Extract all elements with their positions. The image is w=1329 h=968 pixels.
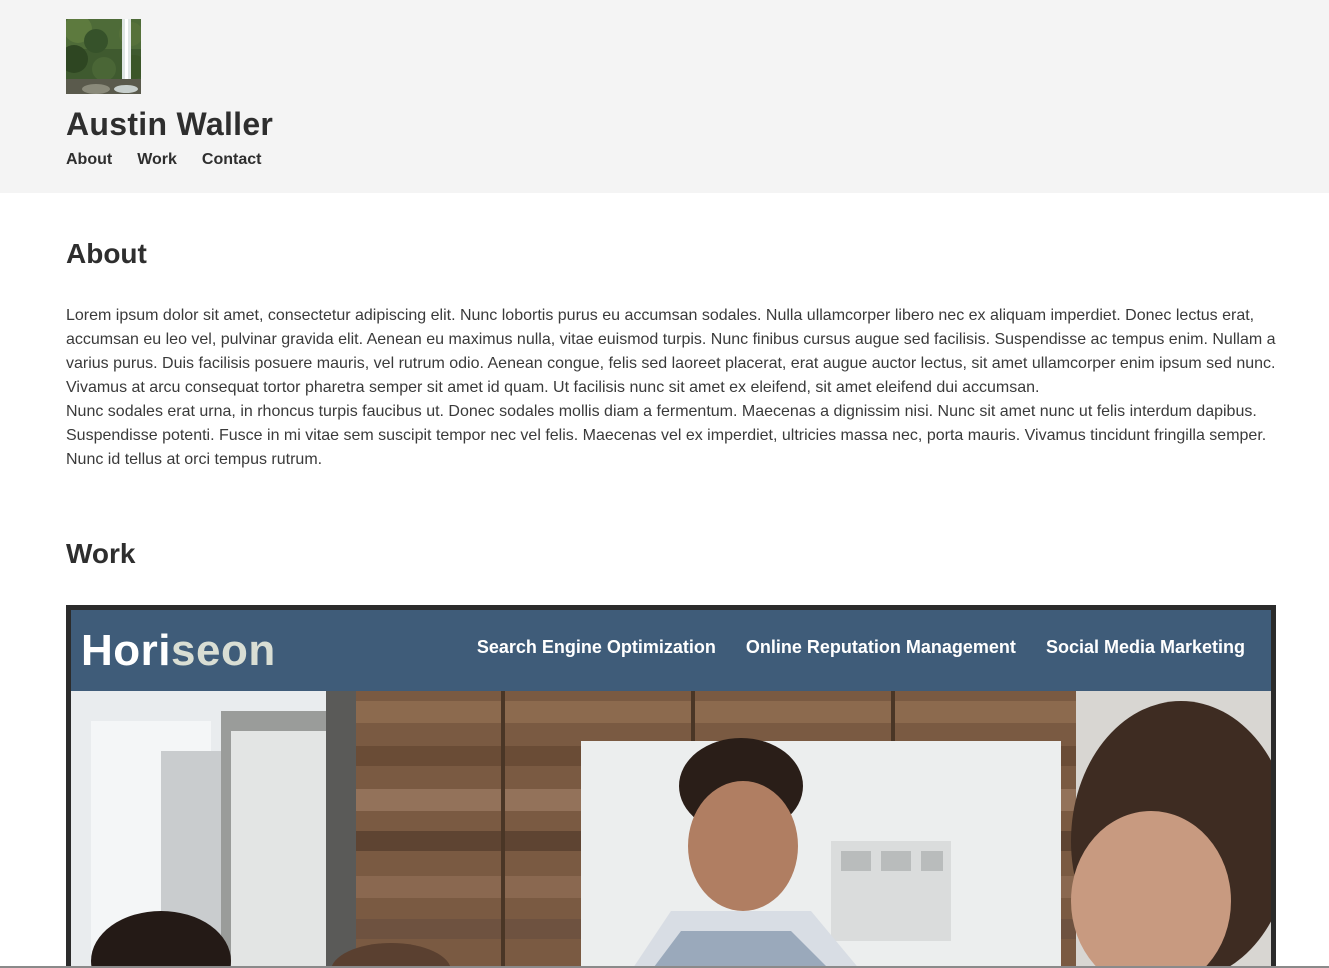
horiseon-nav: Search Engine Optimization Online Reputa… [477, 637, 1245, 658]
waterfall-photo-icon [66, 19, 141, 94]
avatar [66, 19, 141, 94]
nav-link-about[interactable]: About [66, 151, 112, 169]
site-header: Austin Waller About Work Contact [0, 0, 1329, 193]
horiseon-nav-seo: Search Engine Optimization [476, 637, 716, 657]
work-project-screenshot[interactable]: Horiseon Search Engine Optimization Onli… [71, 610, 1271, 968]
about-heading: About [66, 238, 147, 269]
about-text: Lorem ipsum dolor sit amet, consectetur … [66, 304, 1276, 472]
nav-link-contact[interactable]: Contact [202, 151, 262, 169]
team-meeting-photo-icon [71, 691, 1271, 968]
work-heading: Work [66, 538, 136, 569]
work-project-card[interactable]: Horiseon Search Engine Optimization Onli… [66, 605, 1276, 968]
about-paragraph-2: Nunc sodales erat urna, in rhoncus turpi… [66, 403, 1267, 468]
horiseon-logo-part-1: Hori [81, 626, 171, 675]
horiseon-logo-part-2: seon [171, 626, 276, 675]
horiseon-nav-orm: Online Reputation Management [745, 637, 1016, 657]
horiseon-header-bar: Horiseon Search Engine Optimization Onli… [71, 610, 1271, 691]
horiseon-logo: Horiseon [81, 626, 276, 676]
main-nav: About Work Contact [66, 151, 261, 169]
site-name: Austin Waller [66, 106, 274, 142]
horiseon-nav-smm: Social Media Marketing [1045, 637, 1245, 657]
about-paragraph-1: Lorem ipsum dolor sit amet, consectetur … [66, 307, 1276, 396]
nav-link-work[interactable]: Work [137, 151, 177, 169]
